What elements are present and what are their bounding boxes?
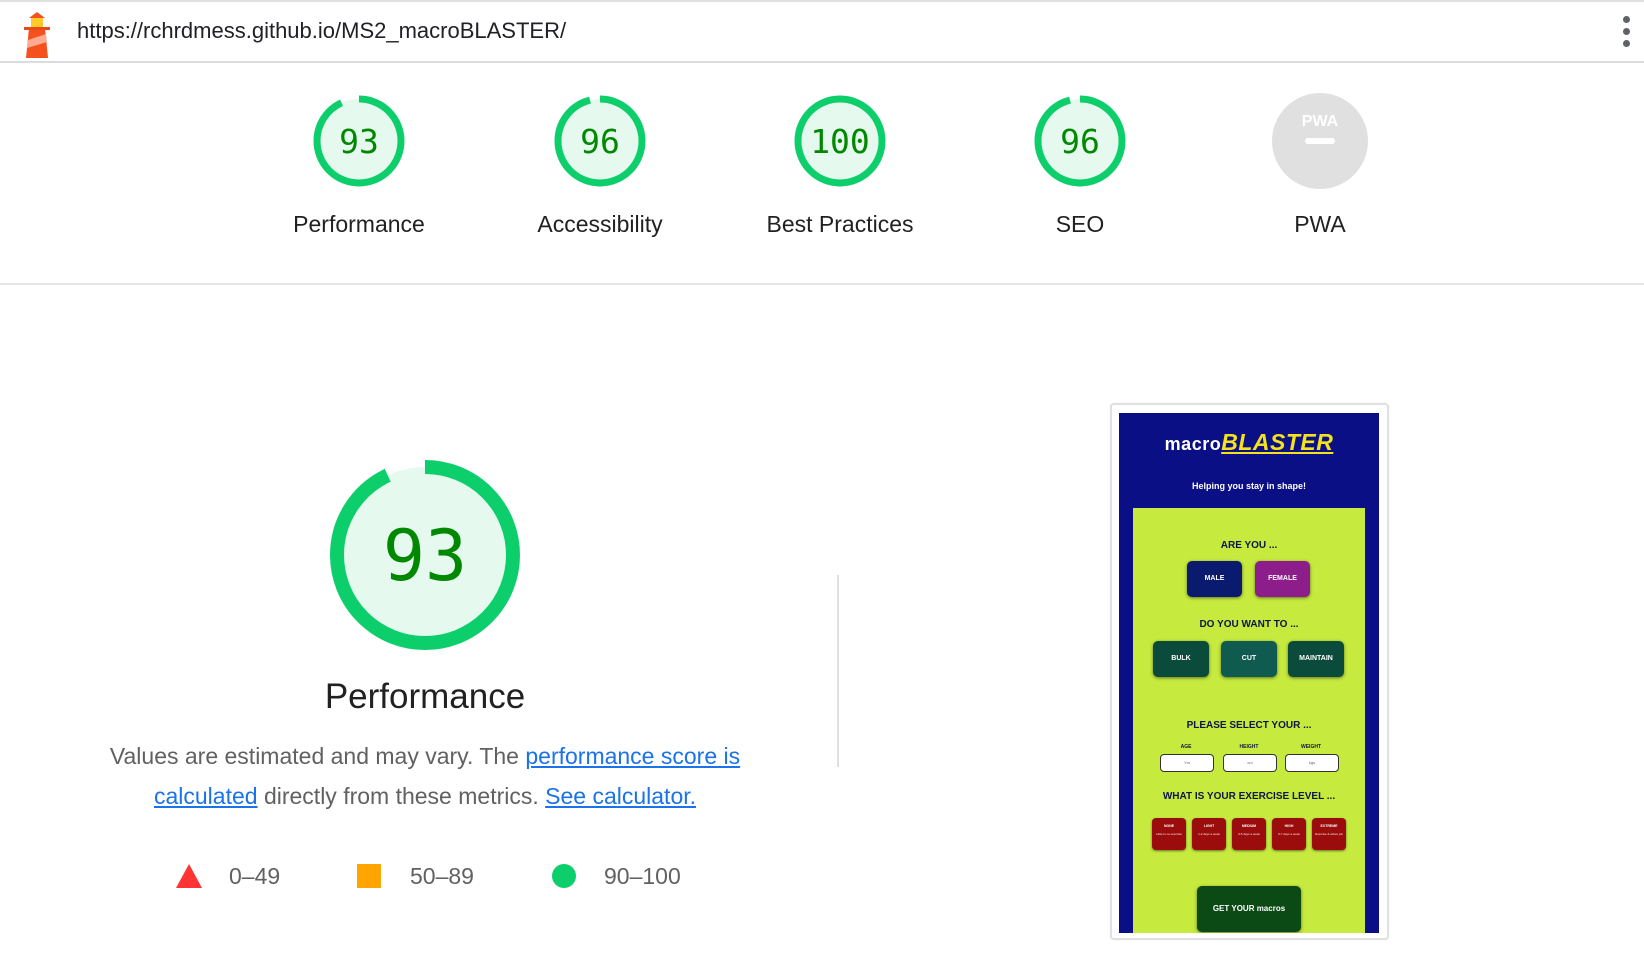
final-screenshot[interactable]: macroBLASTER Helping you stay in shape! … xyxy=(1110,403,1389,940)
see-calculator-link[interactable]: See calculator. xyxy=(545,783,696,809)
performance-score: 93 xyxy=(383,515,467,597)
gauge-performance[interactable]: 93 Performance xyxy=(259,93,459,238)
gauge-label: Best Practices xyxy=(766,211,914,237)
performance-big-gauge: 93 xyxy=(330,460,520,650)
triangle-fail-icon xyxy=(176,864,202,888)
question-stats: PLEASE SELECT YOUR ... xyxy=(1186,720,1312,731)
desc-mid: directly from these metrics. xyxy=(257,783,546,809)
exercise-light-button: LIGHT 1-2 days a week xyxy=(1192,818,1226,850)
site-screenshot: macroBLASTER Helping you stay in shape! … xyxy=(1119,413,1379,933)
legend-range: 90–100 xyxy=(604,863,681,889)
performance-title: Performance xyxy=(324,677,526,716)
exercise-none-button: NONE Little to no exercise xyxy=(1152,818,1186,850)
age-input: Yrs xyxy=(1160,754,1214,772)
form-panel: ARE YOU ... MALE FEMALE DO YOU WANT TO .… xyxy=(1133,508,1365,933)
cut-button: CUT xyxy=(1221,641,1277,677)
desc-prefix: Values are estimated and may vary. The xyxy=(109,743,526,769)
gauge-label: PWA xyxy=(1294,211,1346,237)
section-divider xyxy=(837,575,839,767)
question-sex: ARE YOU ... xyxy=(1220,540,1278,551)
question-exercise: WHAT IS YOUR EXERCISE LEVEL ... xyxy=(1162,791,1336,802)
male-button: MALE xyxy=(1187,561,1242,597)
exercise-medium-button: MEDIUM 3-5 days a week xyxy=(1232,818,1266,850)
performance-description: Values are estimated and may vary. The p… xyxy=(80,736,770,816)
gauge-best-practices[interactable]: 100 Best Practices xyxy=(740,93,940,238)
age-label: AGE xyxy=(1180,744,1192,750)
square-average-icon xyxy=(357,864,381,888)
gauge-seo[interactable]: 96 SEO xyxy=(980,93,1180,238)
height-input: cm xyxy=(1223,754,1277,772)
question-goal: DO YOU WANT TO ... xyxy=(1199,619,1299,630)
gauge-score: 100 xyxy=(810,122,870,161)
lighthouse-logo-icon xyxy=(24,12,50,58)
more-options-icon[interactable] xyxy=(1620,16,1632,52)
weight-label: WEIGHT xyxy=(1301,744,1321,750)
exercise-extreme-button: EXTREME Exercise & active job xyxy=(1312,818,1346,850)
circle-pass-icon xyxy=(552,864,576,888)
logo-macro: macro xyxy=(1164,434,1222,454)
pwa-icon: PWA xyxy=(1272,93,1368,189)
logo-blaster: BLASTER xyxy=(1221,429,1334,455)
legend-range: 0–49 xyxy=(229,863,281,889)
gauge-pwa[interactable]: PWA PWA xyxy=(1220,93,1420,238)
category-gauges: 93 Performance 96 Accessibility 100 Best… xyxy=(0,63,1644,285)
site-tagline: Helping you stay in shape! xyxy=(1191,481,1307,491)
report-url[interactable]: https://rchrdmess.github.io/MS2_macroBLA… xyxy=(77,18,566,44)
pwa-icon-text: PWA xyxy=(1302,113,1339,130)
height-label: HEIGHT xyxy=(1239,744,1259,750)
url-bar: https://rchrdmess.github.io/MS2_macroBLA… xyxy=(0,0,1644,63)
gauge-accessibility[interactable]: 96 Accessibility xyxy=(500,93,700,238)
gauge-label: SEO xyxy=(1055,211,1105,237)
gauge-label: Performance xyxy=(293,211,425,237)
legend-range: 50–89 xyxy=(410,863,474,889)
gauge-score: 96 xyxy=(1060,122,1100,161)
gauge-ring: 93 xyxy=(313,95,405,187)
bulk-button: BULK xyxy=(1153,641,1209,677)
gauge-ring: 96 xyxy=(1034,95,1126,187)
gauge-score: 96 xyxy=(580,122,620,161)
gauge-ring: 100 xyxy=(794,95,886,187)
female-button: FEMALE xyxy=(1255,561,1310,597)
gauge-label: Accessibility xyxy=(537,211,663,237)
weight-input: kgs xyxy=(1285,754,1339,772)
maintain-button: MAINTAIN xyxy=(1288,641,1344,677)
site-logo: macroBLASTER xyxy=(1119,429,1379,456)
get-macros-button: GET YOUR macros xyxy=(1197,886,1301,932)
gauge-score: 93 xyxy=(339,122,379,161)
exercise-high-button: HIGH 6-7 days a week xyxy=(1272,818,1306,850)
gauge-ring: 96 xyxy=(554,95,646,187)
